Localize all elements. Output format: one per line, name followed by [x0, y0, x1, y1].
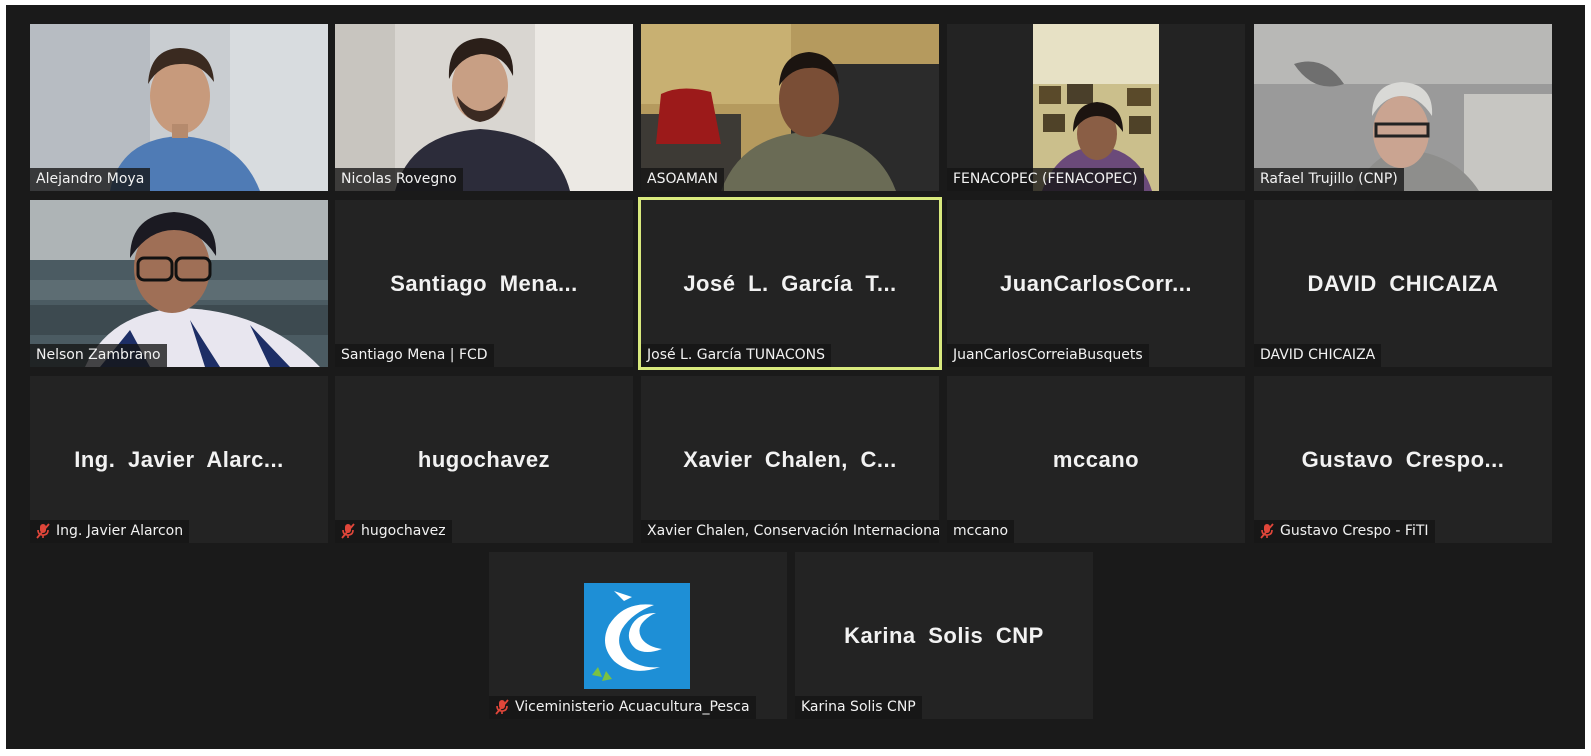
- participant-tile-mccano[interactable]: mccano mccano: [947, 376, 1245, 543]
- participant-tile-viceministerio[interactable]: Viceministerio Acuacultura_Pesca: [489, 552, 787, 719]
- participant-name: Gustavo Crespo - FiTI: [1254, 520, 1435, 543]
- participant-display-name: DAVID CHICAIZA: [1307, 270, 1499, 296]
- participant-tile-alejandro-moya[interactable]: Alejandro Moya: [30, 24, 328, 191]
- participant-display-name: hugochavez: [417, 446, 551, 472]
- video-feed: [335, 24, 633, 191]
- video-feed: [30, 24, 328, 191]
- participant-display-name: mccano: [1052, 446, 1140, 472]
- participant-name: José L. García TUNACONS: [641, 344, 832, 367]
- participant-display-name: JuanCarlosCorr...: [1000, 270, 1192, 296]
- participant-name: hugochavez: [335, 520, 452, 543]
- participant-name: Rafael Trujillo (CNP): [1254, 168, 1404, 191]
- participant-name: DAVID CHICAIZA: [1254, 344, 1382, 367]
- participant-name: Ing. Javier Alarcon: [30, 520, 190, 543]
- participant-name: Alejandro Moya: [30, 168, 151, 191]
- participant-name: Nicolas Rovegno: [335, 168, 463, 191]
- participant-display-name: Karina Solis CNP: [844, 622, 1044, 648]
- participant-tile-rafael-trujillo[interactable]: Rafael Trujillo (CNP): [1254, 24, 1552, 191]
- video-feed: [30, 200, 328, 367]
- organization-logo: [584, 583, 690, 689]
- participant-tile-karina-solis[interactable]: Karina Solis CNP Karina Solis CNP: [795, 552, 1093, 719]
- video-feed: [641, 24, 939, 191]
- participant-name: Karina Solis CNP: [795, 696, 922, 719]
- participant-tile-jose-garcia[interactable]: José L. García T... José L. García TUNAC…: [638, 197, 942, 370]
- participant-tile-nelson-zambrano[interactable]: Nelson Zambrano: [30, 200, 328, 367]
- participant-tile-hugochavez[interactable]: hugochavez hugochavez: [335, 376, 633, 543]
- microphone-muted-icon: [495, 699, 509, 715]
- participant-tile-nicolas-rovegno[interactable]: Nicolas Rovegno: [335, 24, 633, 191]
- participant-tile-asoaman[interactable]: ASOAMAN: [641, 24, 939, 191]
- participant-name: Santiago Mena | FCD: [335, 344, 494, 367]
- participant-tile-david-chicaiza[interactable]: DAVID CHICAIZA DAVID CHICAIZA: [1254, 200, 1552, 367]
- participant-tile-santiago-mena[interactable]: Santiago Mena... Santiago Mena | FCD: [335, 200, 633, 367]
- participant-name: mccano: [947, 520, 1015, 543]
- microphone-muted-icon: [1260, 523, 1274, 539]
- participant-display-name: Santiago Mena...: [390, 270, 578, 296]
- participant-name: JuanCarlosCorreiaBusquets: [947, 344, 1149, 367]
- participant-name: Nelson Zambrano: [30, 344, 167, 367]
- video-feed: [1254, 24, 1552, 191]
- participant-tile-gustavo-crespo[interactable]: Gustavo Crespo... Gustavo Crespo - FiTI: [1254, 376, 1552, 543]
- participant-name: Xavier Chalen, Conservación Internaciona…: [641, 520, 939, 543]
- participant-tile-xavier-chalen[interactable]: Xavier Chalen, C... Xavier Chalen, Conse…: [641, 376, 939, 543]
- meeting-gallery: Alejandro Moya Nicolas Rovegno ASOAMAN F…: [6, 5, 1585, 749]
- participant-name: ASOAMAN: [641, 168, 724, 191]
- microphone-muted-icon: [36, 523, 50, 539]
- participant-display-name: Ing. Javier Alarc...: [74, 446, 284, 472]
- participant-display-name: Xavier Chalen, C...: [683, 446, 897, 472]
- participant-name: Viceministerio Acuacultura_Pesca: [489, 696, 756, 719]
- participant-display-name: José L. García T...: [683, 270, 897, 296]
- video-feed: [947, 24, 1245, 191]
- participant-tile-javier-alarcon[interactable]: Ing. Javier Alarc... Ing. Javier Alarcon: [30, 376, 328, 543]
- participant-name: FENACOPEC (FENACOPEC): [947, 168, 1144, 191]
- microphone-muted-icon: [341, 523, 355, 539]
- participant-tile-juancarlos[interactable]: JuanCarlosCorr... JuanCarlosCorreiaBusqu…: [947, 200, 1245, 367]
- participant-tile-fenacopec[interactable]: FENACOPEC (FENACOPEC): [947, 24, 1245, 191]
- participant-display-name: Gustavo Crespo...: [1301, 446, 1505, 472]
